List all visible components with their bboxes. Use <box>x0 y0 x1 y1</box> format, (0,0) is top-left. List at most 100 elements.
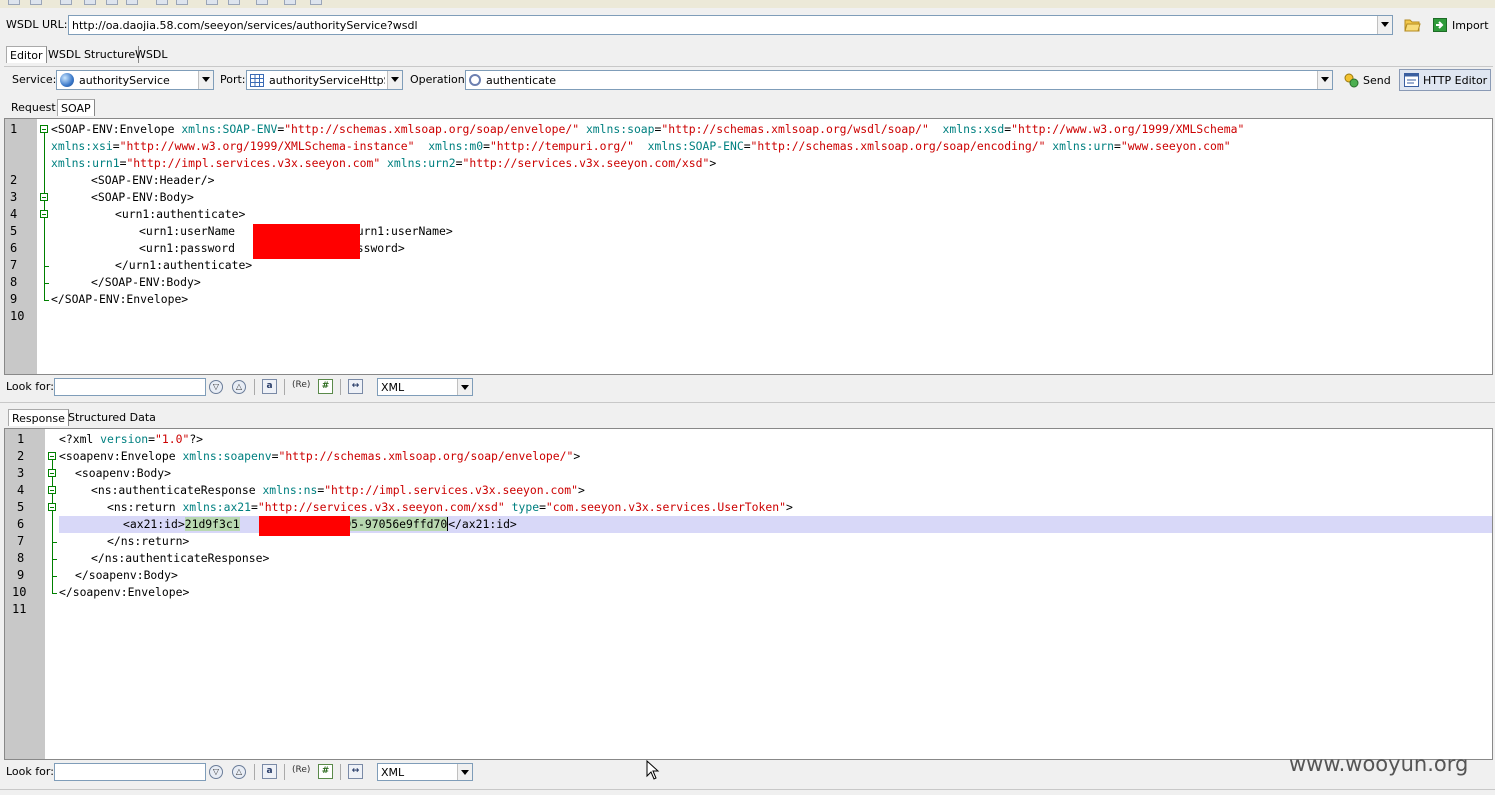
find-previous-icon[interactable]: △ <box>232 765 246 779</box>
chevron-down-icon[interactable] <box>1317 71 1332 89</box>
fold-toggle-icon[interactable] <box>48 486 56 494</box>
wrap-search-icon[interactable]: ↔ <box>348 379 363 394</box>
port-select[interactable]: authorityServiceHttpSoa <box>246 70 403 90</box>
wrap-search-icon[interactable]: ↔ <box>348 764 363 779</box>
fold-toggle-icon[interactable] <box>40 125 48 133</box>
request-code-line-9: </SOAP-ENV:Envelope> <box>51 292 189 306</box>
tab-structured-data[interactable]: Structured Data <box>65 409 159 426</box>
format-select[interactable]: XML <box>377 378 473 396</box>
toolbar-button[interactable] <box>8 0 20 5</box>
toolbar-button[interactable] <box>126 0 138 5</box>
chevron-down-icon[interactable] <box>1377 16 1392 34</box>
response-code-line-4: <ns:authenticateResponse xmlns:ns="http:… <box>91 483 585 497</box>
line-number: 8 <box>17 551 25 565</box>
service-globe-icon <box>60 73 74 87</box>
operation-gear-icon <box>469 74 481 86</box>
request-code-line-7: </urn1:authenticate> <box>115 258 253 272</box>
tab-wsdl[interactable]: WSDL <box>132 46 170 63</box>
format-select[interactable]: XML <box>377 763 473 781</box>
token-id-start: 21d9f3c1 <box>184 517 240 531</box>
tab-editor[interactable]: Editor <box>6 46 47 63</box>
line-number: 8 <box>10 275 18 289</box>
http-editor-label: HTTP Editor <box>1423 74 1488 87</box>
regex-icon[interactable]: (Re) <box>292 765 310 775</box>
line-number: 1 <box>10 122 18 136</box>
request-line-gutter: 1 2 3 4 5 6 7 8 9 10 <box>5 119 37 374</box>
line-number: 5 <box>10 224 18 238</box>
toolbar-divider <box>340 764 341 780</box>
fold-guide <box>52 559 57 560</box>
response-editor[interactable]: 1 2 3 4 5 6 7 8 9 10 11 <?xml version="1… <box>4 428 1493 760</box>
fold-guide <box>52 460 53 593</box>
line-number: 7 <box>10 258 18 272</box>
request-code-line-4: <urn1:authenticate> <box>115 207 246 221</box>
wsdl-url-combo[interactable]: http://oa.daojia.58.com/seeyon/services/… <box>68 15 1393 35</box>
look-for-input[interactable] <box>54 763 206 781</box>
find-next-icon[interactable]: ▽ <box>209 380 223 394</box>
status-bar <box>0 789 1495 795</box>
toolbar-button[interactable] <box>310 0 322 5</box>
tab-wsdl-structure[interactable]: WSDL Structure <box>45 46 140 63</box>
fold-guide <box>44 300 49 301</box>
wsdl-url-value: http://oa.daojia.58.com/seeyon/services/… <box>72 19 418 32</box>
regex-icon[interactable]: (Re) <box>292 380 310 390</box>
line-number: 10 <box>12 585 27 599</box>
request-code-line-1: <SOAP-ENV:Envelope xmlns:SOAP-ENV="http:… <box>51 122 1245 136</box>
http-editor-icon <box>1404 73 1419 87</box>
chevron-down-icon[interactable] <box>457 379 472 395</box>
send-button[interactable]: Send <box>1341 71 1391 89</box>
chevron-down-icon[interactable] <box>387 71 402 89</box>
operation-select[interactable]: authenticate <box>465 70 1333 90</box>
fold-toggle-icon[interactable] <box>48 469 56 477</box>
tab-response[interactable]: Response <box>8 409 69 426</box>
top-toolbar <box>0 0 1495 8</box>
toolbar-button[interactable] <box>60 0 72 5</box>
toolbar-button[interactable] <box>284 0 296 5</box>
toolbar-button[interactable] <box>156 0 168 5</box>
fold-toggle-icon[interactable] <box>48 452 56 460</box>
response-line-gutter: 1 2 3 4 5 6 7 8 9 10 11 <box>5 429 45 759</box>
response-code-line-5: <ns:return xmlns:ax21="http://services.v… <box>107 500 793 514</box>
toolbar-button[interactable] <box>30 0 42 5</box>
fold-guide <box>52 593 57 594</box>
request-code-line-1-wrap: xmlns:xsi="http://www.w3.org/1999/XMLSch… <box>51 139 1231 153</box>
tab-request[interactable]: Request <box>8 99 60 116</box>
look-for-label: Look for: <box>6 380 54 393</box>
toolbar-button[interactable] <box>84 0 96 5</box>
find-previous-icon[interactable]: △ <box>232 380 246 394</box>
fold-toggle-icon[interactable] <box>40 193 48 201</box>
look-for-input[interactable] <box>54 378 206 396</box>
find-next-icon[interactable]: ▽ <box>209 765 223 779</box>
match-case-icon[interactable]: a <box>262 379 277 394</box>
highlight-all-icon[interactable]: # <box>318 379 333 394</box>
request-editor[interactable]: 1 2 3 4 5 6 7 8 9 10 <SOAP-ENV:Envelope … <box>4 118 1493 375</box>
toolbar-divider <box>284 764 285 780</box>
line-number: 4 <box>17 483 25 497</box>
fold-toggle-icon[interactable] <box>48 503 56 511</box>
toolbar-button[interactable] <box>206 0 218 5</box>
line-number: 10 <box>10 309 25 323</box>
wsdl-url-label: WSDL URL: <box>6 18 68 31</box>
open-folder-icon[interactable] <box>1404 17 1421 32</box>
line-number: 6 <box>10 241 18 255</box>
chevron-down-icon[interactable] <box>457 764 472 780</box>
toolbar-button[interactable] <box>106 0 118 5</box>
pane-splitter[interactable] <box>0 402 1495 406</box>
send-label: Send <box>1363 74 1391 87</box>
line-number: 1 <box>17 432 25 446</box>
service-select[interactable]: authorityService <box>56 70 214 90</box>
toolbar-button[interactable] <box>256 0 268 5</box>
fold-guide <box>52 576 57 577</box>
chevron-down-icon[interactable] <box>198 71 213 89</box>
line-number: 9 <box>10 292 18 306</box>
import-button[interactable]: Import <box>1432 16 1492 34</box>
toolbar-button[interactable] <box>228 0 240 5</box>
format-value: XML <box>381 766 405 779</box>
watermark: www.wooyun.org <box>1289 752 1469 776</box>
tab-soap[interactable]: SOAP <box>57 99 95 116</box>
http-editor-button[interactable]: HTTP Editor <box>1399 69 1491 91</box>
highlight-all-icon[interactable]: # <box>318 764 333 779</box>
toolbar-button[interactable] <box>176 0 188 5</box>
match-case-icon[interactable]: a <box>262 764 277 779</box>
fold-toggle-icon[interactable] <box>40 210 48 218</box>
